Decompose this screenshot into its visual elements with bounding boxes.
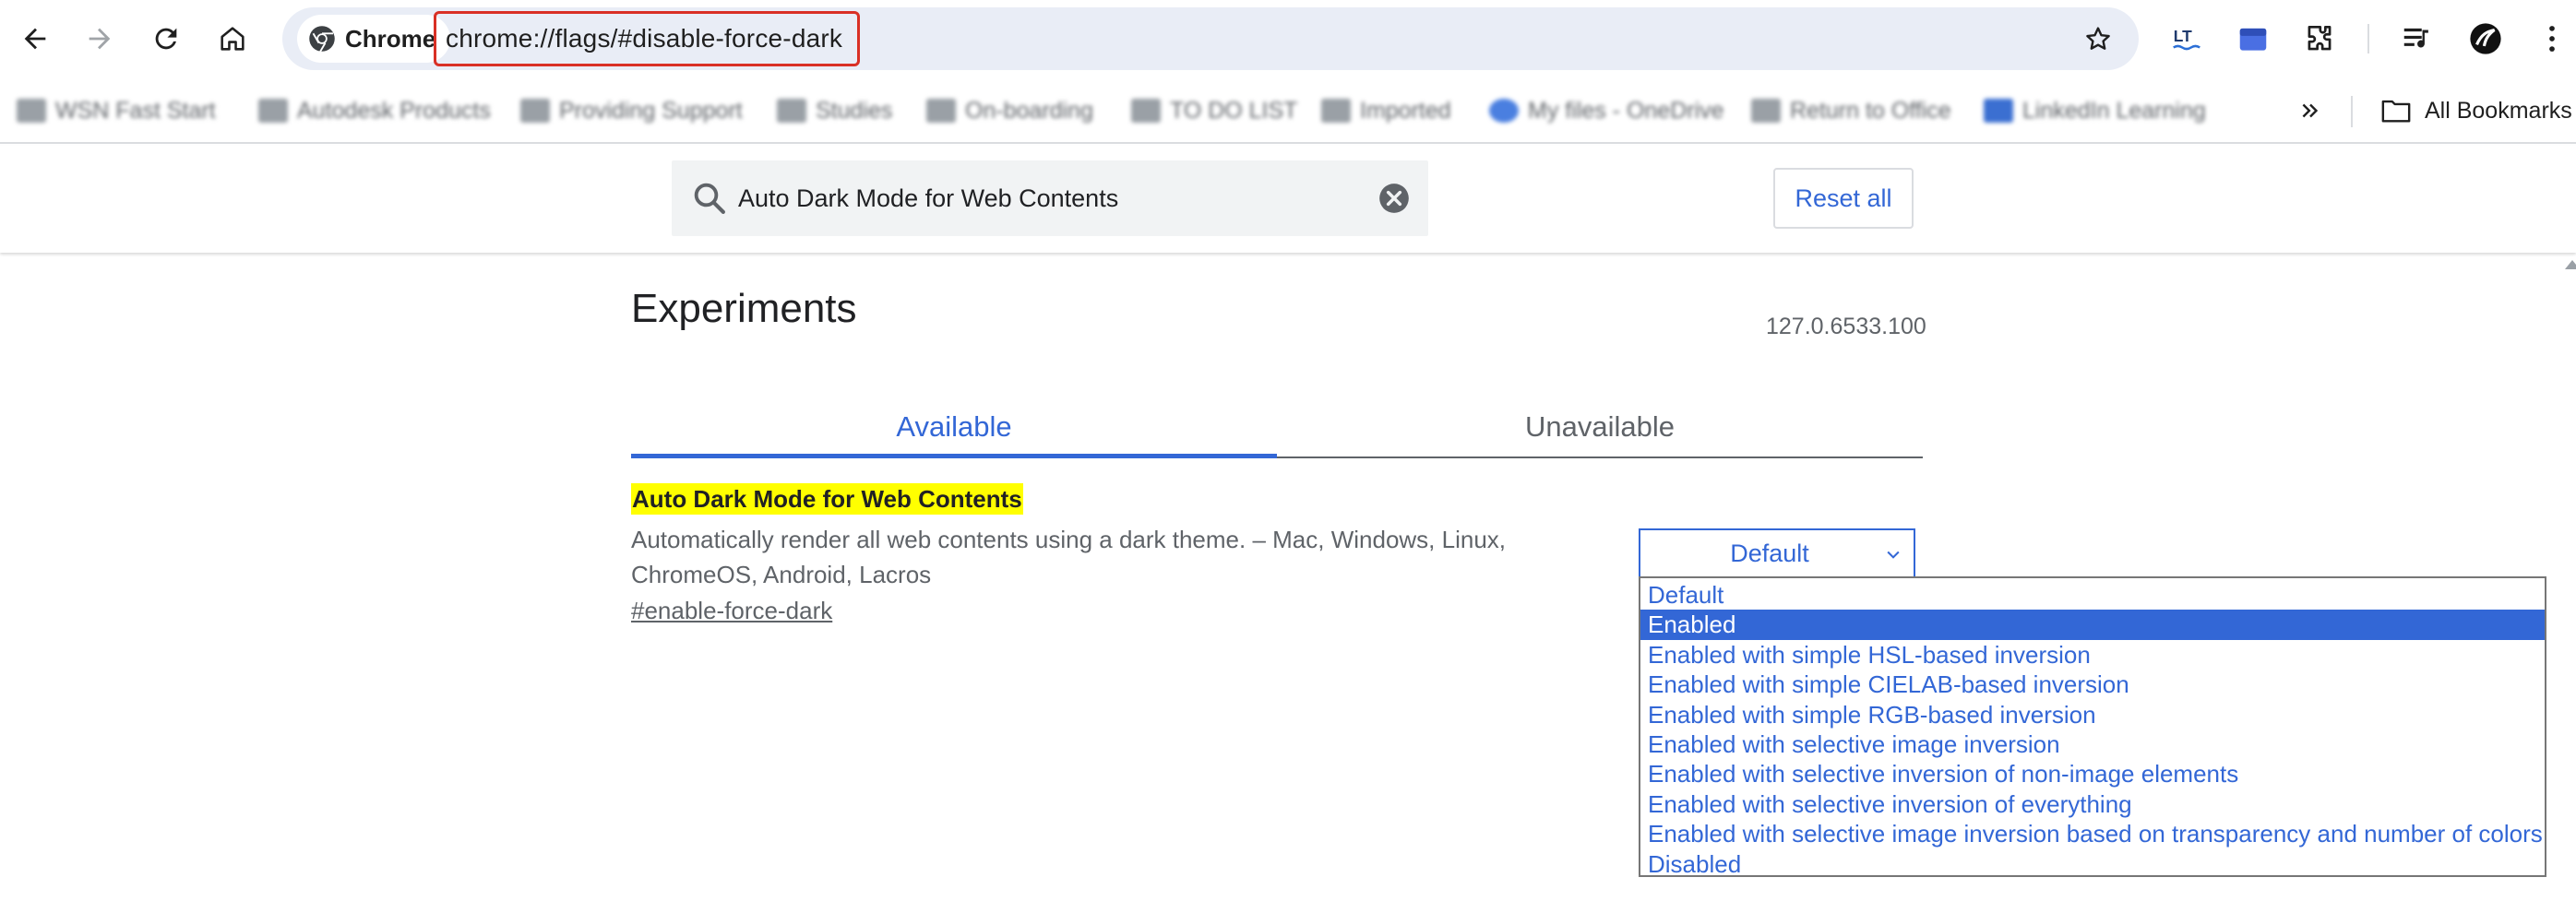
site-info-chip[interactable]: Chrome <box>297 15 451 63</box>
tab-available[interactable]: Available <box>631 397 1277 457</box>
profile-avatar-icon <box>2470 23 2501 54</box>
bookmark-label: LinkedIn Learning <box>2022 97 2206 124</box>
star-icon <box>2086 27 2110 50</box>
select-option[interactable]: Enabled with simple HSL-based inversion <box>1640 640 2545 670</box>
bookmark-star-button[interactable] <box>2076 17 2120 61</box>
site-chip-label: Chrome <box>345 24 436 53</box>
bookmark-label: My files - OneDrive <box>1528 97 1724 124</box>
bookmark-folder[interactable]: Autodesk Products <box>258 94 491 127</box>
onedrive-icon <box>1489 99 1519 123</box>
bookmarks-bar: WSN Fast Start Autodesk Products Providi… <box>0 77 2576 144</box>
experiment-permalink[interactable]: #enable-force-dark <box>631 597 832 625</box>
bookmark-link[interactable]: My files - OneDrive <box>1489 94 1724 127</box>
forward-button[interactable] <box>74 13 125 65</box>
page-title: Experiments <box>631 286 857 331</box>
linkedin-learning-icon <box>1984 99 2013 123</box>
bookmark-link[interactable]: LinkedIn Learning <box>1984 94 2206 127</box>
media-icon <box>2403 28 2428 48</box>
folder-icon <box>17 99 46 123</box>
bookmark-label: Autodesk Products <box>297 97 491 124</box>
bookmark-folder[interactable]: On-boarding <box>926 94 1093 127</box>
folder-icon <box>1321 99 1351 123</box>
bookmark-label: Providing Support <box>559 97 743 124</box>
reset-all-button[interactable]: Reset all <box>1773 168 1914 229</box>
select-dropdown-list: Default Enabled Enabled with simple HSL-… <box>1639 576 2546 879</box>
select-option-highlighted[interactable]: Enabled <box>1640 610 2545 640</box>
omnibox[interactable]: Chrome chrome://flags/#disable-force-dar… <box>282 7 2139 70</box>
active-tab-indicator <box>631 454 1277 458</box>
scrollbar-up-arrow[interactable] <box>2565 260 2576 269</box>
select-option[interactable]: Enabled with simple RGB-based inversion <box>1640 700 2545 729</box>
url-text: chrome://flags/#disable-force-dark <box>446 24 843 53</box>
bookmark-label: TO DO LIST <box>1170 97 1298 124</box>
url-field[interactable]: chrome://flags/#disable-force-dark <box>434 11 860 66</box>
reload-button[interactable] <box>140 13 192 65</box>
select-option[interactable]: Enabled with selective image inversion b… <box>1640 819 2545 848</box>
chevron-down-icon <box>1887 551 1900 559</box>
chrome-logo-icon <box>309 26 335 53</box>
puzzle-extensions-icon <box>2308 25 2332 51</box>
bookmark-folder[interactable]: Imported <box>1321 94 1451 127</box>
bookmark-folder[interactable]: Providing Support <box>520 94 743 127</box>
profile-button[interactable] <box>2462 15 2510 63</box>
bookmark-label: WSN Fast Start <box>55 97 216 124</box>
calendar-extension-button[interactable] <box>2229 15 2277 63</box>
home-button[interactable] <box>207 13 258 65</box>
bookmark-label: Return to Office <box>1790 97 1951 124</box>
clear-search-icon[interactable] <box>1377 181 1412 216</box>
folder-icon <box>258 99 288 123</box>
folder-icon <box>1131 99 1161 123</box>
select-option[interactable]: Enabled with selective image inversion <box>1640 729 2545 759</box>
back-icon <box>24 28 46 50</box>
tab-unavailable[interactable]: Unavailable <box>1277 397 1923 457</box>
select-value: Default <box>1730 539 1809 567</box>
flags-search-header: Reset all <box>0 146 2576 253</box>
bookmark-folder[interactable]: Return to Office <box>1751 94 1951 127</box>
extensions-button[interactable] <box>2296 15 2343 63</box>
bookmark-folder[interactable]: TO DO LIST <box>1131 94 1297 127</box>
bookmarks-divider <box>2351 96 2353 127</box>
experiment-description: Automatically render all web contents us… <box>631 526 1507 588</box>
folder-icon <box>2381 100 2411 123</box>
toolbar-divider <box>2367 24 2369 53</box>
select-option[interactable]: Default <box>1640 580 2545 610</box>
browser-toolbar: Chrome chrome://flags/#disable-force-dar… <box>0 0 2576 77</box>
bookmark-label: Imported <box>1360 97 1451 124</box>
search-input[interactable] <box>738 172 1338 225</box>
bookmark-folder[interactable]: WSN Fast Start <box>17 94 216 127</box>
calendar-extension-icon <box>2239 28 2267 51</box>
search-icon <box>694 183 725 214</box>
chevron-double-right-icon <box>2302 103 2319 118</box>
chrome-menu-button[interactable] <box>2528 15 2576 63</box>
select-option[interactable]: Enabled with simple CIELAB-based inversi… <box>1640 670 2545 699</box>
bookmark-label: On-boarding <box>965 97 1093 124</box>
bookmark-label: Studies <box>816 97 893 124</box>
experiment-title: Auto Dark Mode for Web Contents <box>631 483 1023 515</box>
bookmark-folder[interactable]: Studies <box>777 94 892 127</box>
reload-icon <box>155 28 177 50</box>
kebab-menu-icon <box>2549 26 2555 52</box>
lt-extension-icon: LT <box>2173 27 2200 51</box>
all-bookmarks-button[interactable]: All Bookmarks <box>2380 90 2572 131</box>
select-option[interactable]: Enabled with selective inversion of non-… <box>1640 759 2545 788</box>
select-option[interactable]: Disabled <box>1640 849 2545 879</box>
all-bookmarks-label: All Bookmarks <box>2425 97 2572 124</box>
search-box[interactable] <box>672 160 1428 236</box>
media-controls-button[interactable] <box>2393 15 2441 63</box>
experiment-state-select[interactable]: Default <box>1639 528 1915 578</box>
folder-icon <box>777 99 806 123</box>
select-option[interactable]: Enabled with selective inversion of ever… <box>1640 789 2545 819</box>
lt-extension-button[interactable]: LT <box>2163 15 2211 63</box>
home-icon <box>221 27 244 51</box>
svg-text:LT: LT <box>2174 27 2192 45</box>
folder-icon <box>1751 99 1781 123</box>
folder-icon <box>520 99 550 123</box>
version-label: 127.0.6533.100 <box>1766 314 1926 339</box>
folder-icon <box>926 99 956 123</box>
bookmarks-overflow-button[interactable] <box>2292 92 2329 129</box>
forward-icon <box>89 28 111 50</box>
back-button[interactable] <box>9 13 61 65</box>
